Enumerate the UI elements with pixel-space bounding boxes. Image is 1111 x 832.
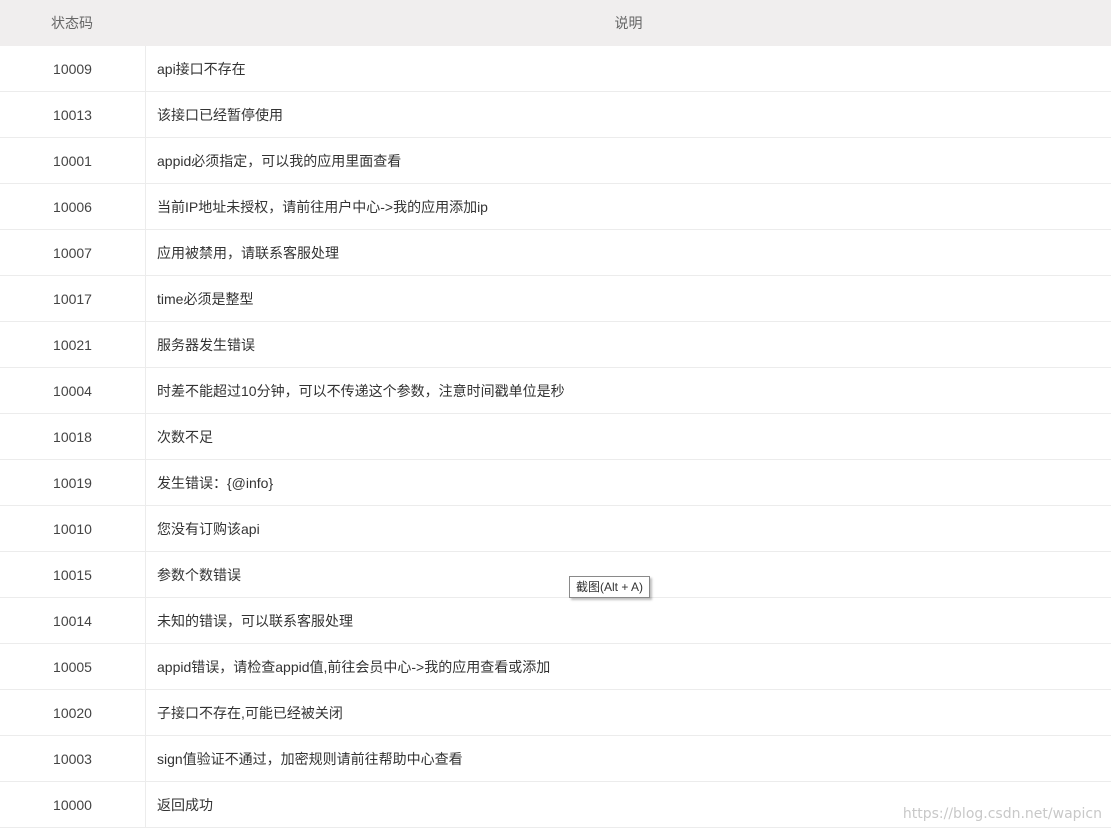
description-cell: 时差不能超过10分钟，可以不传递这个参数，注意时间戳单位是秒	[157, 382, 565, 399]
table-row: 10015 参数个数错误	[0, 552, 1111, 598]
status-code-cell: 10003	[0, 736, 146, 781]
status-code-cell: 10015	[0, 552, 146, 597]
status-code-cell: 10017	[0, 276, 146, 321]
description-cell: 子接口不存在,可能已经被关闭	[157, 704, 343, 721]
table-row: 10009 api接口不存在	[0, 46, 1111, 92]
status-code-cell: 10004	[0, 368, 146, 413]
table-row: 10017 time必须是整型	[0, 276, 1111, 322]
status-code-cell: 10009	[0, 46, 146, 91]
table-row: 10010 您没有订购该api	[0, 506, 1111, 552]
description-cell: 未知的错误，可以联系客服处理	[157, 612, 353, 629]
screenshot-tooltip: 截图(Alt + A)	[569, 576, 651, 598]
status-code-cell: 10010	[0, 506, 146, 551]
table-header: 状态码 说明	[0, 0, 1111, 46]
description-cell: 发生错误：{@info}	[157, 474, 274, 491]
status-code-cell: 10001	[0, 138, 146, 183]
watermark: https://blog.csdn.net/wapicn	[902, 806, 1102, 822]
description-cell: 次数不足	[157, 428, 213, 445]
header-description: 说明	[614, 15, 643, 31]
table-row: 10001 appid必须指定，可以我的应用里面查看	[0, 138, 1111, 184]
description-cell: 该接口已经暂停使用	[157, 106, 283, 123]
status-code-cell: 10006	[0, 184, 146, 229]
status-code-cell: 10007	[0, 230, 146, 275]
status-code-cell: 10021	[0, 322, 146, 367]
status-code-table: 状态码 说明 10009 api接口不存在 10013 该接口已经暂停使用 10001 a…	[0, 0, 1111, 828]
description-cell: 应用被禁用，请联系客服处理	[157, 244, 339, 261]
description-cell: appid必须指定，可以我的应用里面查看	[157, 152, 402, 169]
table-row: 10003 sign值验证不通过，加密规则请前往帮助中心查看	[0, 736, 1111, 782]
table-row: 10021 服务器发生错误	[0, 322, 1111, 368]
table-row: 10007 应用被禁用，请联系客服处理	[0, 230, 1111, 276]
status-code-cell: 10014	[0, 598, 146, 643]
status-code-cell: 10020	[0, 690, 146, 735]
header-status-code: 状态码	[51, 15, 93, 31]
table-row: 10013 该接口已经暂停使用	[0, 92, 1111, 138]
description-cell: api接口不存在	[157, 60, 246, 77]
table-row: 10004 时差不能超过10分钟，可以不传递这个参数，注意时间戳单位是秒	[0, 368, 1111, 414]
description-cell: 您没有订购该api	[157, 520, 260, 537]
description-cell: appid错误，请检查appid值,前往会员中心->我的应用查看或添加	[157, 658, 551, 675]
status-code-cell: 10013	[0, 92, 146, 137]
table-row: 10005 appid错误，请检查appid值,前往会员中心->我的应用查看或添加	[0, 644, 1111, 690]
description-cell: 当前IP地址未授权，请前往用户中心->我的应用添加ip	[157, 198, 488, 215]
table-row: 10018 次数不足	[0, 414, 1111, 460]
table-row: 10020 子接口不存在,可能已经被关闭	[0, 690, 1111, 736]
table-body: 10009 api接口不存在 10013 该接口已经暂停使用 10001 appid必须指…	[0, 46, 1111, 828]
table-row: 10014 未知的错误，可以联系客服处理	[0, 598, 1111, 644]
status-code-cell: 10005	[0, 644, 146, 689]
description-cell: time必须是整型	[157, 290, 254, 307]
table-row: 10019 发生错误：{@info}	[0, 460, 1111, 506]
table-row: 10006 当前IP地址未授权，请前往用户中心->我的应用添加ip	[0, 184, 1111, 230]
status-code-cell: 10018	[0, 414, 146, 459]
description-cell: sign值验证不通过，加密规则请前往帮助中心查看	[157, 750, 463, 767]
description-cell: 服务器发生错误	[157, 336, 255, 353]
status-code-cell: 10019	[0, 460, 146, 505]
status-code-cell: 10000	[0, 782, 146, 827]
